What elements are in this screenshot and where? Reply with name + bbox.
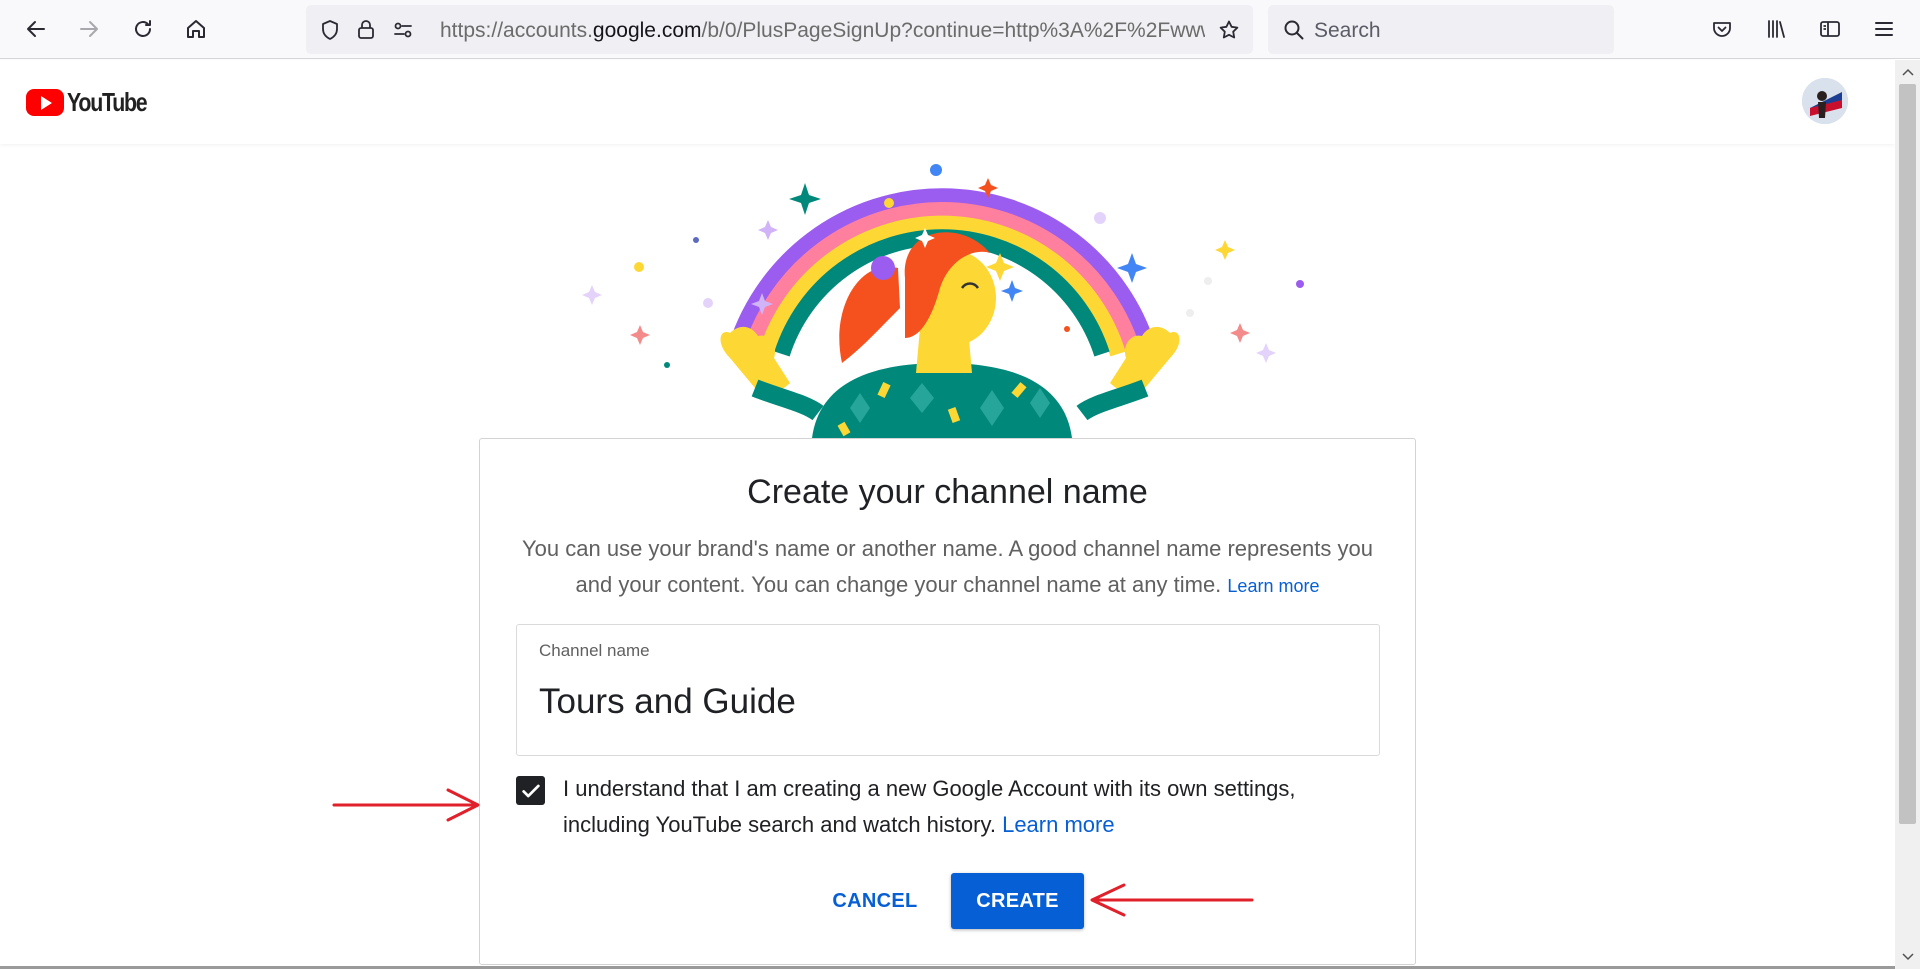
- page-scrollbar[interactable]: [1895, 60, 1920, 969]
- youtube-logo[interactable]: YouTube: [26, 87, 164, 118]
- forward-button[interactable]: [70, 10, 108, 48]
- hamburger-menu-icon: [1875, 22, 1893, 36]
- scroll-up-icon[interactable]: [1895, 62, 1920, 82]
- menu-button[interactable]: [1865, 10, 1903, 48]
- youtube-logo-text: YouTube: [67, 87, 148, 117]
- url-path: /b/0/PlusPageSignUp?continue=http%3A%2F%…: [701, 19, 1206, 42]
- sidebar-icon: [1820, 21, 1840, 37]
- site-permissions-icon[interactable]: [390, 17, 416, 43]
- channel-name-field[interactable]: Channel name: [516, 624, 1380, 756]
- home-icon: [187, 20, 205, 38]
- url-host: google.com: [592, 19, 702, 42]
- pocket-button[interactable]: [1703, 10, 1741, 48]
- library-icon: [1768, 20, 1785, 38]
- home-button[interactable]: [177, 10, 215, 48]
- sidebar-button[interactable]: [1811, 10, 1849, 48]
- create-channel-dialog: Create your channel name You can use you…: [479, 438, 1416, 965]
- scrollbar-thumb[interactable]: [1899, 84, 1916, 824]
- understand-checkbox[interactable]: [516, 776, 545, 805]
- tracking-shield-icon[interactable]: [317, 17, 343, 43]
- back-button[interactable]: [17, 10, 55, 48]
- channel-name-input[interactable]: [539, 677, 1359, 727]
- forward-arrow-icon: [80, 21, 98, 37]
- scroll-down-icon[interactable]: [1895, 947, 1920, 967]
- dialog-title: Create your channel name: [747, 473, 1148, 511]
- checkbox-label: I understand that I am creating a new Go…: [563, 771, 1373, 843]
- annotation-arrow-left-icon: [1090, 883, 1254, 917]
- browser-toolbar: https://accounts.google.com/b/0/PlusPage…: [0, 0, 1920, 59]
- url-text[interactable]: https://accounts.google.com/b/0/PlusPage…: [440, 19, 1205, 43]
- url-bar[interactable]: https://accounts.google.com/b/0/PlusPage…: [306, 5, 1253, 54]
- checkbox-text: I understand that I am creating a new Go…: [563, 776, 1296, 837]
- youtube-play-icon: [26, 89, 64, 116]
- reload-icon: [135, 20, 151, 37]
- avatar[interactable]: [1802, 78, 1848, 124]
- lock-icon[interactable]: [353, 17, 379, 43]
- dialog-description: You can use your brand's name or another…: [520, 531, 1375, 604]
- description-learn-more-link[interactable]: Learn more: [1227, 576, 1319, 596]
- checkbox-learn-more-link[interactable]: Learn more: [1002, 812, 1115, 837]
- back-arrow-icon: [27, 21, 45, 37]
- checkmark-icon: [521, 784, 540, 797]
- channel-name-label: Channel name: [539, 641, 650, 660]
- url-prefix: https://accounts.: [440, 19, 593, 42]
- pocket-icon: [1713, 22, 1731, 37]
- rainbow-illustration: [582, 164, 1304, 438]
- avatar-image: [1802, 78, 1848, 124]
- create-button[interactable]: CREATE: [951, 873, 1084, 929]
- search-placeholder: Search: [1314, 19, 1381, 42]
- cancel-button[interactable]: CANCEL: [820, 874, 930, 928]
- bookmark-star-icon[interactable]: [1216, 17, 1242, 43]
- library-button[interactable]: [1757, 10, 1795, 48]
- youtube-header: YouTube: [0, 60, 1895, 144]
- search-bar[interactable]: Search: [1268, 5, 1614, 54]
- search-icon: [1284, 20, 1304, 40]
- reload-button[interactable]: [124, 10, 162, 48]
- annotation-arrow-right-icon: [332, 788, 480, 822]
